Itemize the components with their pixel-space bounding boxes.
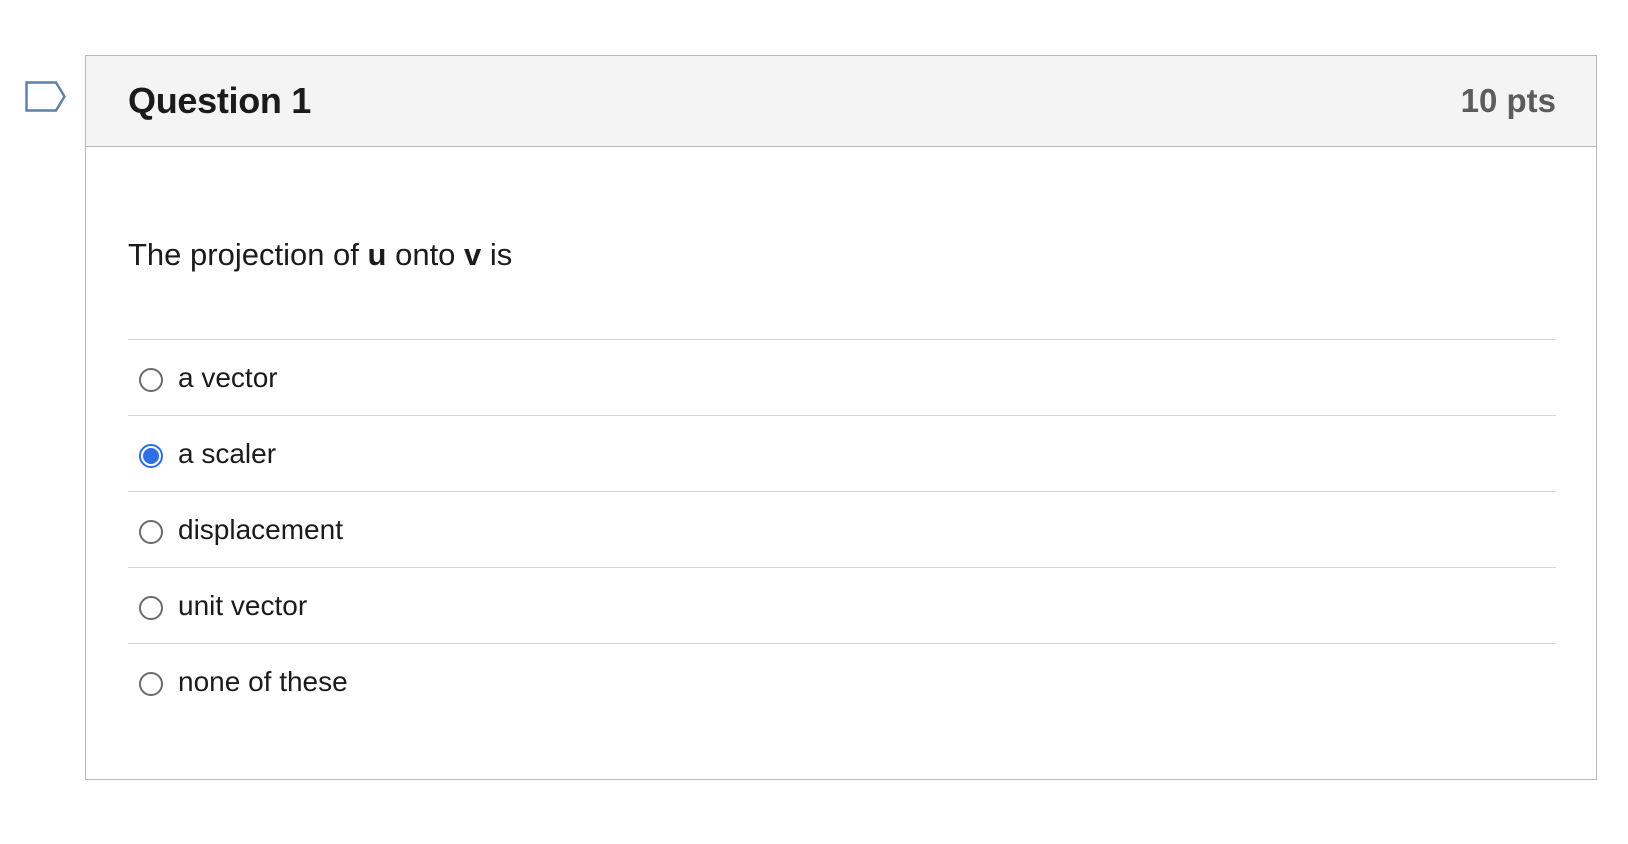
answer-option[interactable]: none of these [128, 644, 1556, 720]
answer-list: a vector a scaler displacement unit vect… [128, 339, 1556, 720]
answer-label: none of these [178, 666, 348, 697]
question-text: The projection of u onto v is [128, 235, 1556, 275]
radio-button[interactable] [139, 519, 163, 544]
answer-label: displacement [178, 513, 343, 545]
question-text-bold-u: u [367, 237, 387, 272]
question-header: Question 1 10 pts [86, 56, 1596, 147]
question-text-bold-v: v [464, 237, 482, 272]
radio-button[interactable] [139, 595, 163, 620]
radio-button[interactable] [139, 443, 163, 468]
question-text-part: onto [386, 237, 465, 272]
question-text-part: The projection of [128, 237, 368, 272]
question-card: Question 1 10 pts The projection of u on… [85, 55, 1597, 780]
answer-option[interactable]: displacement [128, 492, 1556, 568]
radio-button[interactable] [139, 672, 163, 696]
answer-option[interactable]: unit vector [128, 568, 1556, 644]
answer-label: a scaler [178, 437, 277, 469]
answer-label: unit vector [178, 589, 308, 621]
question-body: The projection of u onto v is a vector a… [86, 235, 1596, 720]
bookmark-flag-icon [25, 81, 66, 112]
answer-label: a vector [178, 361, 278, 393]
question-points: 10 pts [1460, 82, 1556, 119]
question-text-part: is [481, 237, 513, 272]
answer-option[interactable]: a scaler [128, 416, 1556, 492]
flag-question-button[interactable] [25, 81, 67, 115]
radio-button[interactable] [139, 367, 163, 392]
answer-option[interactable]: a vector [128, 340, 1556, 416]
question-title: Question 1 [128, 80, 312, 121]
